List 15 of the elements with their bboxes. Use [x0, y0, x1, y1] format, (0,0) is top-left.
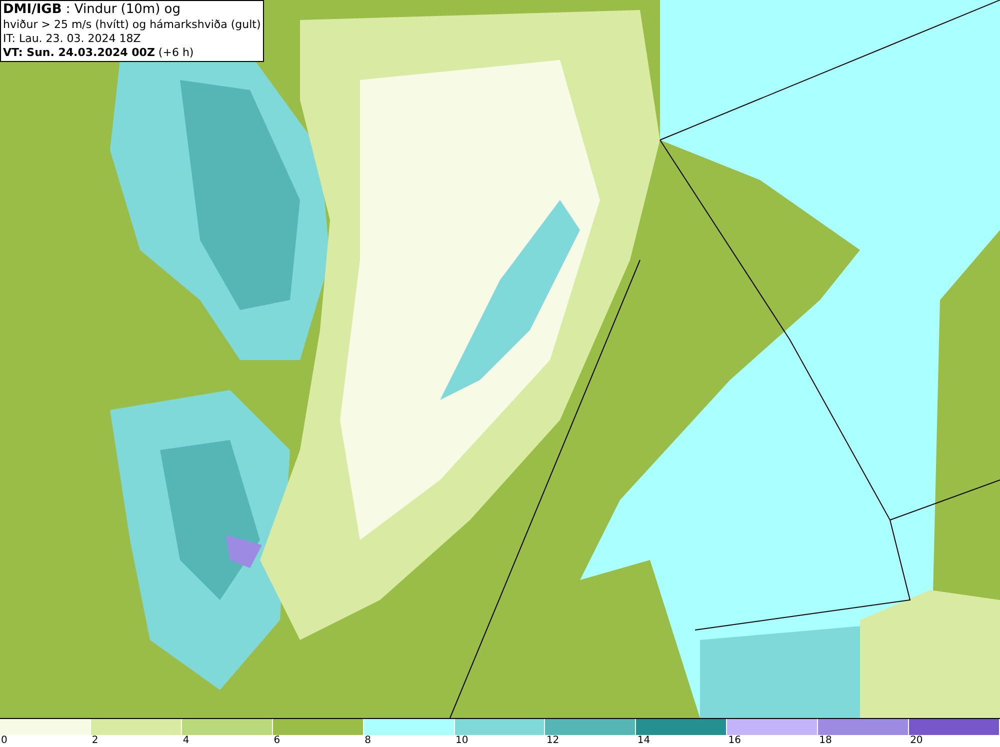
legend-label: 4 — [182, 735, 190, 747]
legend-label: 12 — [545, 735, 560, 747]
header-text: IT: Lau. 23. 03. 2024 18Z — [3, 32, 142, 46]
legend-label: 14 — [636, 735, 650, 747]
legend-label: 8 — [364, 735, 371, 747]
header-text: VT: Sun. 24.03.2024 00Z (+6 h) — [3, 46, 195, 60]
legend-label: 20 — [909, 735, 923, 747]
legend-label: 0 — [0, 735, 8, 747]
legend-label: 2 — [90, 735, 98, 747]
legend-label: 18 — [818, 735, 832, 747]
header-text: hviður > 25 m/s (hvítt) og hámarkshviða (gult) — [3, 18, 261, 32]
legend-label: 10 — [454, 735, 468, 747]
header-text: DMI/IGB : Vindur (10m) og — [3, 2, 182, 18]
legend-label: 16 — [727, 735, 741, 747]
legend-label: 6 — [272, 735, 280, 747]
